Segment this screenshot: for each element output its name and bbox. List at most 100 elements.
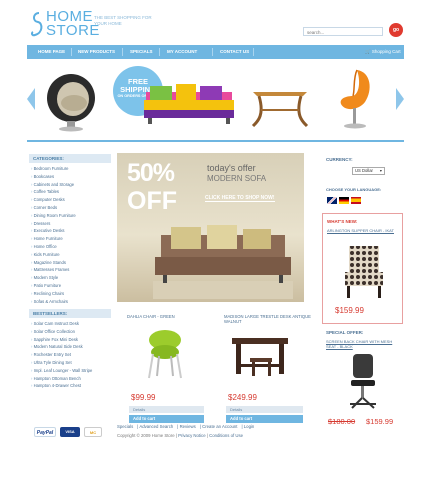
product-title[interactable]: MADISON LARGE TRESTLE DESK ANTIQUE WALNU…: [224, 314, 313, 324]
hero-shop-now-link[interactable]: CLICK HERE TO SHOP NOW!: [205, 195, 275, 202]
copyright-line: Copyright © 2009 Home Store | Privacy No…: [117, 433, 244, 438]
product-card: MADISON LARGE TRESTLE DESK ANTIQUE WALNU…: [224, 314, 313, 376]
product-price: $99.99: [131, 393, 156, 402]
category-item[interactable]: Corner Beds: [31, 204, 109, 212]
category-item[interactable]: Bedroom Furniture: [31, 165, 109, 173]
footer-link-create-account[interactable]: Create an Account: [202, 424, 237, 429]
cart-icon: 🛒: [365, 49, 371, 54]
chevron-down-icon: ▾: [379, 168, 382, 173]
category-item[interactable]: Home Office: [31, 243, 109, 251]
special-new-price: $159.99: [366, 417, 394, 426]
category-item[interactable]: Cabinets and Storage: [31, 181, 109, 189]
bestseller-item[interactable]: Impl. Leaf Lounger - Wall Stripe: [31, 367, 109, 375]
add-to-cart-button[interactable]: Add to cart: [226, 415, 303, 423]
logo-swan-icon: [30, 12, 43, 37]
wooden-table-image: [251, 92, 309, 128]
currency-heading: CURRENCY:: [326, 157, 353, 162]
product-title[interactable]: DAHLIA CHAIR - GREEN: [127, 314, 216, 324]
banner-prev-arrow-icon[interactable]: [27, 88, 35, 110]
special-old-price: $180.00: [328, 417, 356, 426]
store-logo[interactable]: HOME STORE THE BEST SHOPPING FOR YOUR HO…: [30, 9, 152, 44]
mesh-office-chair-image: [350, 354, 376, 409]
cart-label: Shopping Cart: [371, 49, 401, 54]
german-flag-icon[interactable]: [339, 197, 349, 204]
visa-logo: VISA: [60, 427, 80, 437]
logo-name-line2: STORE: [46, 22, 100, 39]
category-item[interactable]: Home Furniture: [31, 235, 109, 243]
special-offer-heading: SPECIAL OFFER:: [326, 330, 364, 335]
footer-link-specials[interactable]: Specials: [117, 424, 133, 429]
category-item[interactable]: Reclining Chairs: [31, 290, 109, 298]
whats-new-price: $159.99: [335, 306, 364, 315]
bestsellers-list: Solar Cam Instruct Desk Solar Office Col…: [31, 320, 109, 390]
whats-new-product-link[interactable]: ARLINGTON SLIPPER CHAIR - IKAT: [327, 228, 399, 233]
banner-next-arrow-icon[interactable]: [396, 88, 404, 110]
header-divider: [27, 140, 404, 142]
nav-specials[interactable]: SPECIALS: [130, 45, 153, 59]
main-nav: HOME PAGE NEW PRODUCTS SPECIALS MY ACCOU…: [27, 45, 404, 68]
category-item[interactable]: Coffee Tables: [31, 188, 109, 196]
bestseller-item[interactable]: Solar Cam Instruct Desk: [31, 320, 109, 328]
footer-links: Specials | Advanced Search | Reviews | Crea…: [117, 424, 255, 429]
english-flag-icon[interactable]: [327, 197, 337, 204]
footer-link-conditions[interactable]: Conditions of Use: [209, 433, 243, 438]
bestseller-item[interactable]: Rochester Entry Set: [31, 351, 109, 359]
category-item[interactable]: Computer Desks: [31, 196, 109, 204]
spanish-flag-icon[interactable]: [351, 197, 361, 204]
category-item[interactable]: Sofas & Armchairs: [31, 298, 109, 306]
sofa-offer-hero[interactable]: 50% OFF today's offer MODERN SOFA CLICK …: [117, 153, 304, 302]
bestseller-item[interactable]: Solar Office Collection: [31, 328, 109, 336]
special-offer-product-link[interactable]: SCREEN BACK CHAIR WITH MESH SEAT - BLACK: [326, 339, 398, 349]
category-item[interactable]: Bookcases: [31, 173, 109, 181]
orange-chair-image: [340, 69, 370, 129]
category-item[interactable]: Patio Furniture: [31, 282, 109, 290]
categories-heading: CATEGORIES:: [29, 154, 111, 163]
category-item[interactable]: Dressers: [31, 220, 109, 228]
category-item[interactable]: Modern Style: [31, 274, 109, 282]
bestsellers-heading: BESTSELLERS:: [29, 309, 111, 318]
hero-percent: 50%: [127, 159, 175, 187]
modern-sofa-image: [153, 225, 293, 299]
hero-offer-line: today's offer: [207, 163, 256, 173]
paypal-logo: PayPal: [34, 427, 56, 437]
slipper-chair-image: [345, 246, 383, 298]
hero-product-line: MODERN SOFA: [207, 174, 267, 183]
search-input[interactable]: search...: [303, 27, 383, 36]
search-go-button[interactable]: go: [389, 23, 403, 37]
footer-link-login[interactable]: Login: [244, 424, 255, 429]
product-price: $249.99: [228, 393, 257, 402]
mastercard-logo: MC: [84, 427, 102, 437]
shopping-cart-link[interactable]: 🛒 Shopping Cart (0 items): [365, 45, 404, 68]
bestseller-item[interactable]: Modern Natural Side Desk: [31, 343, 109, 351]
currency-select[interactable]: US Dollar ▾: [352, 167, 385, 175]
nav-contact-us[interactable]: CONTACT US: [220, 45, 249, 59]
bestseller-item[interactable]: Ultra Tyle Dining Set: [31, 359, 109, 367]
logo-tagline: THE BEST SHOPPING FOR YOUR HOME: [94, 15, 152, 26]
bestseller-item[interactable]: Sapphire Fox Mini Desk: [31, 336, 109, 344]
bestseller-item[interactable]: Hampton 4-Drawer Chest: [31, 382, 109, 390]
category-item[interactable]: Kids Furniture: [31, 251, 109, 259]
green-chair-image: [148, 330, 182, 379]
add-to-cart-button[interactable]: Add to cart: [129, 415, 204, 423]
language-heading: CHOOSE YOUR LANGUAGE:: [326, 187, 382, 192]
product-details-button[interactable]: Details: [226, 406, 303, 413]
nav-my-account[interactable]: MY ACCOUNT: [167, 45, 197, 59]
category-item[interactable]: Executive Desks: [31, 227, 109, 235]
footer-link-reviews[interactable]: Reviews: [180, 424, 196, 429]
nav-new-products[interactable]: NEW PRODUCTS: [78, 45, 115, 59]
nav-home[interactable]: HOME PAGE: [38, 45, 65, 59]
hero-off: OFF: [127, 187, 177, 215]
footer-link-privacy[interactable]: Privacy Notice: [178, 433, 205, 438]
category-item[interactable]: Mattresses Frames: [31, 266, 109, 274]
copyright-text: Copyright © 2009 Home Store: [117, 433, 175, 438]
categories-list: Bedroom Furniture Bookcases Cabinets and…: [31, 165, 109, 305]
whats-new-heading: WHAT'S NEW:: [327, 219, 358, 224]
product-details-button[interactable]: Details: [129, 406, 204, 413]
footer-link-advanced-search[interactable]: Advanced Search: [139, 424, 173, 429]
product-card: DAHLIA CHAIR - GREEN: [127, 314, 216, 379]
bestseller-item[interactable]: Hampton Ottoman Bench: [31, 375, 109, 383]
whats-new-box: WHAT'S NEW: ARLINGTON SLIPPER CHAIR - IK…: [322, 213, 403, 324]
colorful-sofa-image: [144, 84, 234, 124]
category-item[interactable]: Magazine Stands: [31, 259, 109, 267]
category-item[interactable]: Dining Room Furniture: [31, 212, 109, 220]
